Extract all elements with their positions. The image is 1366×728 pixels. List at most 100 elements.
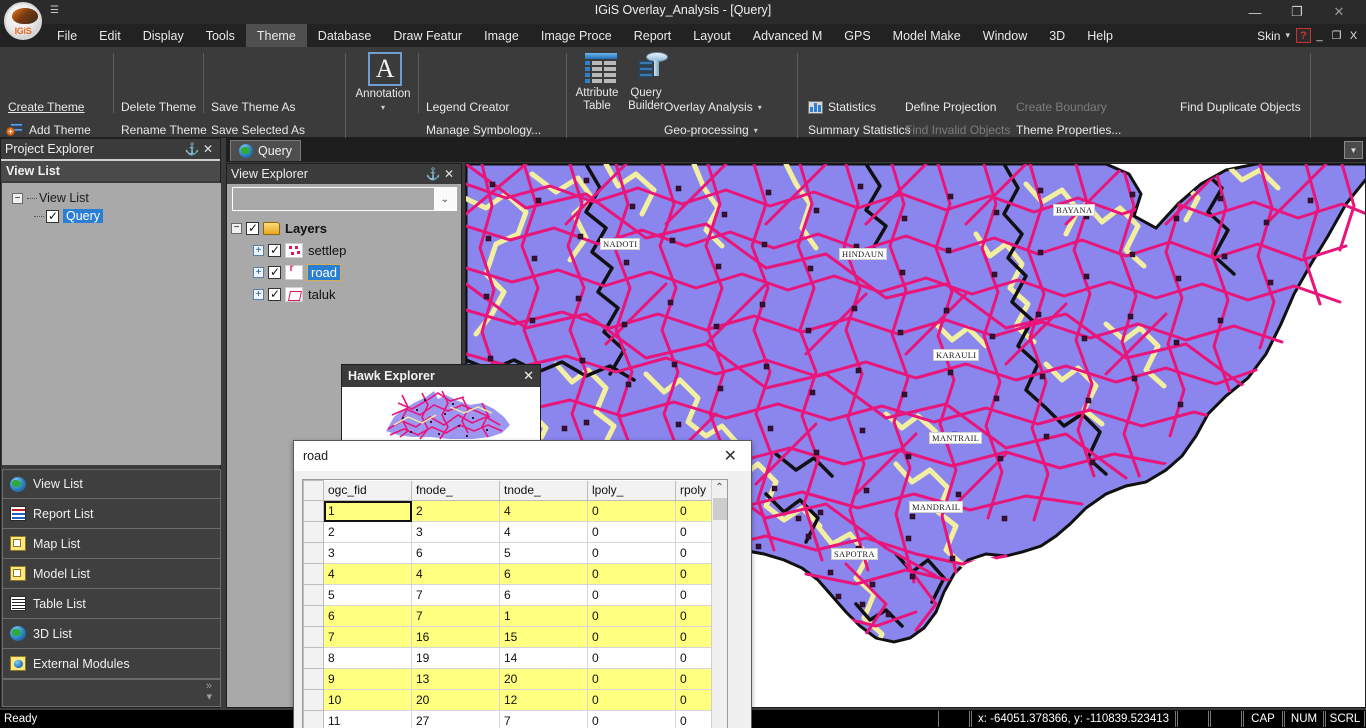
- find-duplicate-objects-button[interactable]: Find Duplicate Objects: [1180, 100, 1301, 114]
- cell-ogc-fid[interactable]: 11: [323, 710, 412, 728]
- delete-theme-button[interactable]: Delete Theme: [121, 100, 196, 114]
- cell-lpoly[interactable]: 0: [587, 647, 676, 669]
- table-row[interactable]: 9 13 20 0 0: [303, 668, 713, 690]
- row-selector[interactable]: [303, 500, 324, 522]
- cell-tnode[interactable]: 14: [499, 647, 588, 669]
- cell-tnode[interactable]: 5: [499, 542, 588, 564]
- close-icon[interactable]: ✕: [716, 446, 745, 466]
- cell-ogc-fid[interactable]: 4: [323, 563, 412, 585]
- cell-fnode[interactable]: 20: [411, 689, 500, 711]
- layers-root[interactable]: − Layers: [231, 217, 459, 239]
- save-selected-as-button[interactable]: Save Selected As: [211, 123, 305, 137]
- cell-ogc-fid[interactable]: 9: [323, 668, 412, 690]
- cell-tnode[interactable]: 1: [499, 605, 588, 627]
- app-logo-icon[interactable]: IGiS: [4, 2, 42, 40]
- row-selector[interactable]: [303, 626, 324, 648]
- menu-item-image-process[interactable]: Image Proce: [530, 24, 623, 47]
- row-selector[interactable]: [303, 710, 324, 728]
- cell-fnode[interactable]: 7: [411, 605, 500, 627]
- menu-item-window[interactable]: Window: [972, 24, 1038, 47]
- column-header-ogc-fid[interactable]: ogc_fid: [323, 480, 412, 501]
- sidebar-item-3d-list[interactable]: 3D List: [2, 619, 221, 649]
- cell-tnode[interactable]: 6: [499, 563, 588, 585]
- cell-lpoly[interactable]: 0: [587, 626, 676, 648]
- define-projection-button[interactable]: Define Projection: [905, 100, 996, 114]
- cell-tnode[interactable]: 6: [499, 584, 588, 606]
- manage-symbology-button[interactable]: Manage Symbology...: [426, 123, 541, 137]
- cell-rpoly[interactable]: 0: [675, 647, 713, 669]
- table-row[interactable]: 11 27 7 0 0: [303, 710, 713, 728]
- expand-icon[interactable]: +: [253, 288, 264, 300]
- sidebar-item-model-list[interactable]: Model List: [2, 559, 221, 589]
- table-row[interactable]: 3 6 5 0 0: [303, 542, 713, 564]
- theme-properties-button[interactable]: Theme Properties...: [1016, 123, 1121, 137]
- chevron-down-icon[interactable]: ▾: [758, 103, 762, 112]
- attribute-grid[interactable]: ogc_fid fnode_ tnode_ lpoly_ rpoly 1 2 4…: [302, 479, 728, 728]
- tab-overflow-dropdown[interactable]: ▼: [1344, 141, 1363, 159]
- attribute-table-dialog[interactable]: road ✕ ogc_fid fnode_ tnode_ lpoly_ rpol…: [293, 440, 752, 728]
- cell-fnode[interactable]: 16: [411, 626, 500, 648]
- menu-item-image[interactable]: Image: [473, 24, 530, 47]
- layer-item-settlep[interactable]: + settlep: [231, 239, 459, 261]
- cell-lpoly[interactable]: 0: [587, 542, 676, 564]
- cell-fnode[interactable]: 3: [411, 521, 500, 543]
- menu-item-gps[interactable]: GPS: [833, 24, 881, 47]
- view-explorer-combo[interactable]: ⌄: [232, 187, 457, 211]
- cell-fnode[interactable]: 4: [411, 563, 500, 585]
- cell-lpoly[interactable]: 0: [587, 605, 676, 627]
- cell-lpoly[interactable]: 0: [587, 710, 676, 728]
- mdi-minimize-button[interactable]: _: [1311, 30, 1328, 42]
- vertical-scrollbar[interactable]: ⌃ ⌄: [711, 480, 727, 728]
- menu-item-file[interactable]: File: [46, 24, 88, 47]
- cell-fnode[interactable]: 13: [411, 668, 500, 690]
- menu-item-draw-feature[interactable]: Draw Featur: [382, 24, 473, 47]
- cell-lpoly[interactable]: 0: [587, 668, 676, 690]
- cell-ogc-fid[interactable]: 5: [323, 584, 412, 606]
- row-selector[interactable]: [303, 668, 324, 690]
- chevron-down-icon[interactable]: ⌄: [434, 188, 456, 210]
- layers-root-checkbox[interactable]: [246, 221, 259, 235]
- close-icon[interactable]: ✕: [441, 167, 457, 181]
- close-icon[interactable]: ✕: [523, 368, 534, 384]
- attribute-table-icon[interactable]: [585, 53, 617, 83]
- geo-processing-button[interactable]: Geo-processing ▾: [664, 123, 758, 137]
- cell-ogc-fid[interactable]: 3: [323, 542, 412, 564]
- cell-tnode[interactable]: 12: [499, 689, 588, 711]
- minimize-button[interactable]: —: [1234, 2, 1276, 22]
- cell-lpoly[interactable]: 0: [587, 689, 676, 711]
- query-checkbox[interactable]: [46, 209, 59, 223]
- pin-icon[interactable]: ⚓: [184, 142, 200, 156]
- cell-ogc-fid[interactable]: 10: [323, 689, 412, 711]
- mdi-restore-button[interactable]: ❐: [1328, 29, 1345, 42]
- rename-theme-button[interactable]: Rename Theme: [121, 123, 207, 137]
- cell-rpoly[interactable]: 0: [675, 668, 713, 690]
- menu-item-layout[interactable]: Layout: [682, 24, 742, 47]
- cell-rpoly[interactable]: 0: [675, 584, 713, 606]
- cell-lpoly[interactable]: 0: [587, 563, 676, 585]
- menu-item-help[interactable]: Help: [1076, 24, 1124, 47]
- table-row[interactable]: 7 16 15 0 0: [303, 626, 713, 648]
- mdi-close-button[interactable]: X: [1345, 30, 1362, 42]
- menu-item-edit[interactable]: Edit: [88, 24, 132, 47]
- cell-tnode[interactable]: 4: [499, 500, 588, 522]
- cell-fnode[interactable]: 2: [411, 500, 500, 522]
- sidebar-overflow-button[interactable]: » ▾: [2, 679, 221, 707]
- create-theme-button[interactable]: Create Theme: [8, 100, 84, 114]
- cell-rpoly[interactable]: 0: [675, 521, 713, 543]
- row-selector[interactable]: [303, 542, 324, 564]
- table-row[interactable]: 2 3 4 0 0: [303, 521, 713, 543]
- row-selector[interactable]: [303, 521, 324, 543]
- column-header-rpoly[interactable]: rpoly: [675, 480, 713, 501]
- quick-access-toolbar-caret[interactable]: ☰: [50, 5, 59, 16]
- cell-ogc-fid[interactable]: 7: [323, 626, 412, 648]
- restore-button[interactable]: ❐: [1276, 2, 1318, 22]
- expand-icon[interactable]: +: [253, 266, 264, 278]
- table-row[interactable]: 1 2 4 0 0: [303, 500, 713, 522]
- tree-node-query[interactable]: Query: [6, 207, 217, 225]
- layer-taluk-checkbox[interactable]: [268, 287, 281, 301]
- cell-lpoly[interactable]: 0: [587, 500, 676, 522]
- cell-lpoly[interactable]: 0: [587, 521, 676, 543]
- sidebar-item-map-list[interactable]: Map List: [2, 529, 221, 559]
- add-theme-button[interactable]: + Add Theme: [6, 123, 91, 137]
- table-row[interactable]: 8 19 14 0 0: [303, 647, 713, 669]
